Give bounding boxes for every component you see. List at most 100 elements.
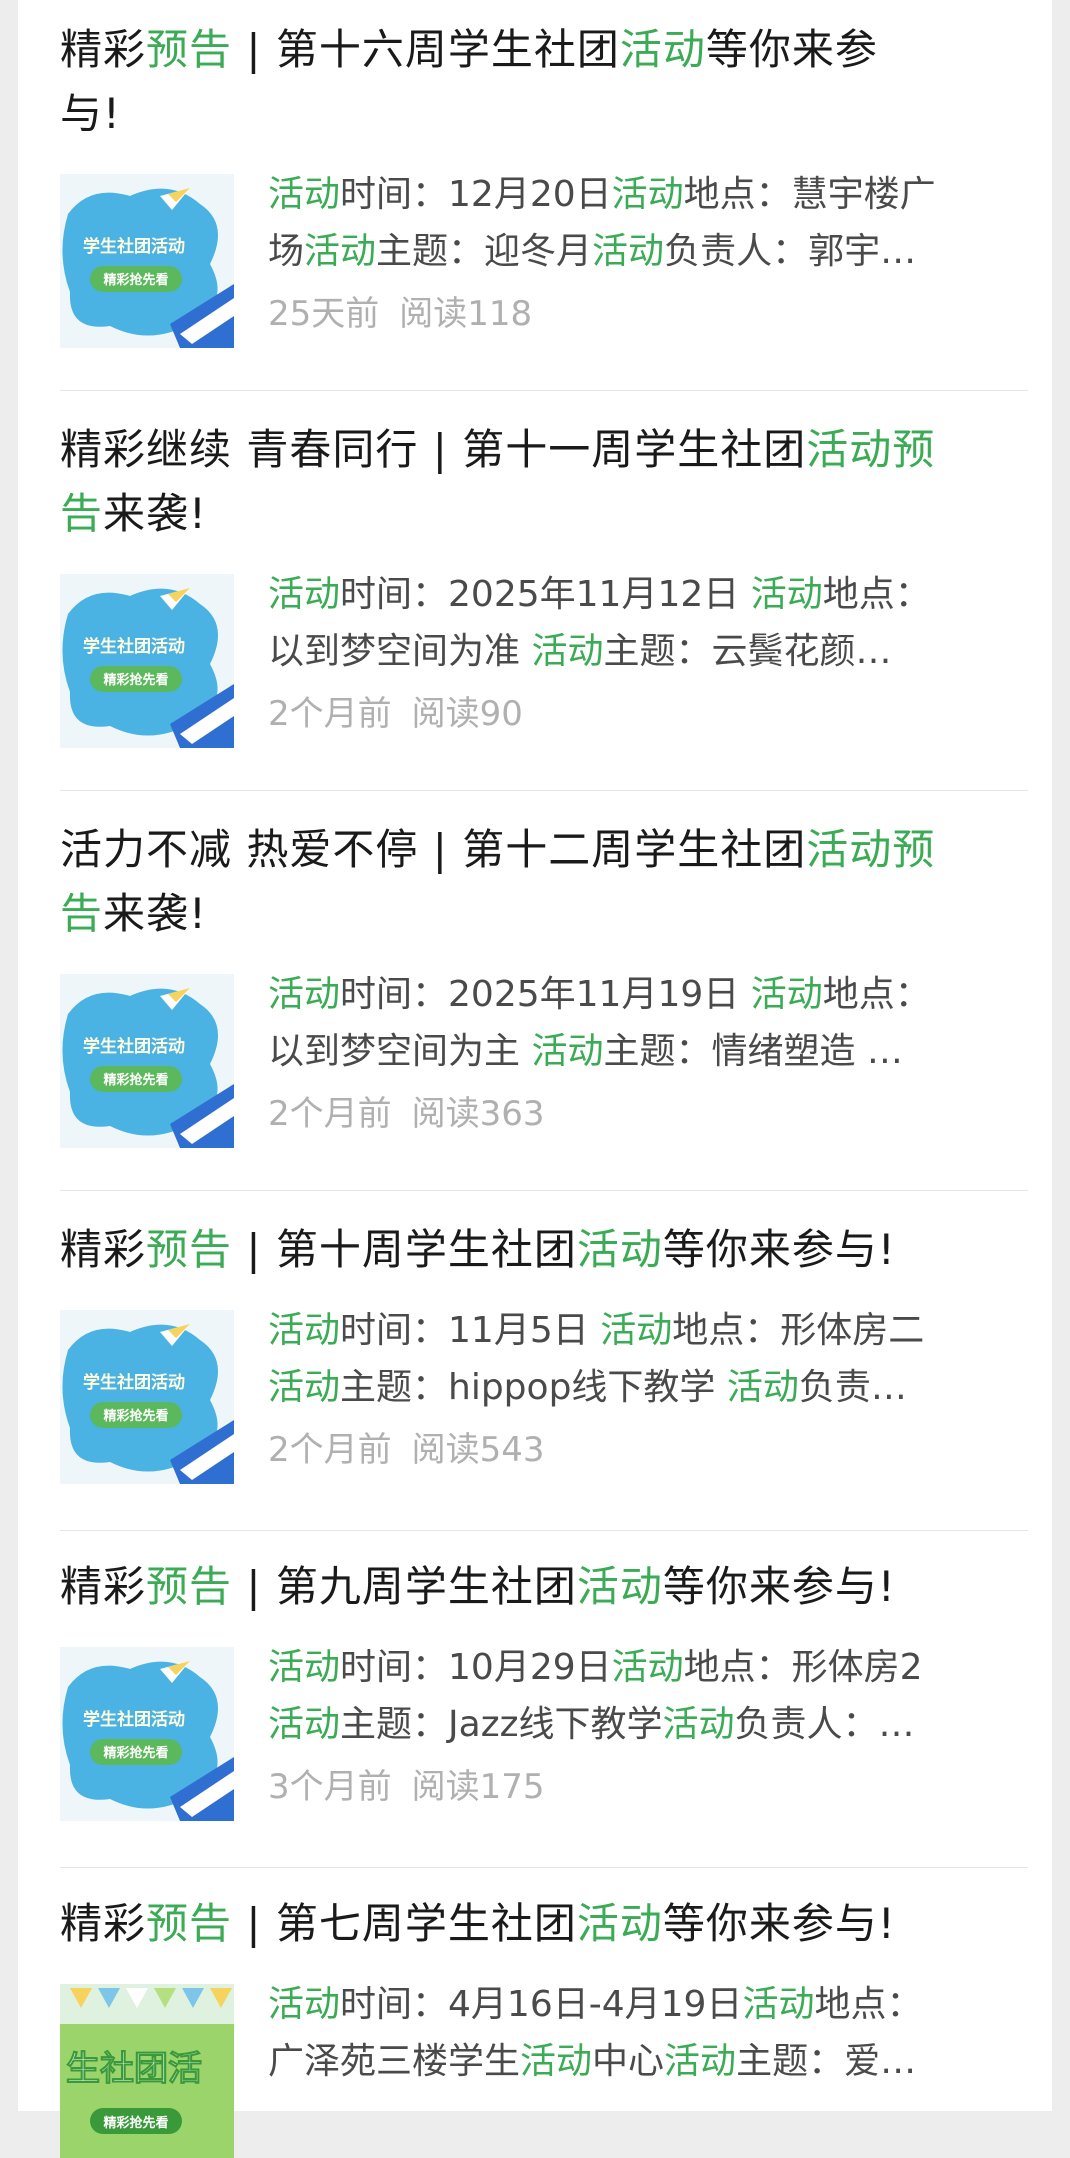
text-segment: 场 <box>268 231 305 272</box>
keyword-highlight: 活动 <box>268 574 341 615</box>
article-title[interactable]: 精彩继续 青春同行 | 第十一周学生社团活动预 告来袭! <box>60 418 1028 546</box>
thumbnail-title-text: 学生社团活动 <box>83 636 185 657</box>
keyword-highlight: 预告 <box>146 1562 233 1611</box>
keyword-highlight: 活动 <box>531 631 604 672</box>
article-info: 活动时间：2025年11月12日 活动地点： 以到梦空间为准 活动主题：云鬓花颜…… <box>268 566 1028 744</box>
text-segment: 时间：11月5日 <box>340 1310 601 1351</box>
article-thumbnail[interactable]: 学生社团活动 精彩抢先看 <box>60 574 234 748</box>
article-info: 活动时间：11月5日 活动地点：形体房二 活动主题：hippop线下教学 活动负责… <box>268 1302 1028 1480</box>
keyword-highlight: 预告 <box>146 1899 233 1948</box>
text-segment: 主题：爱… <box>736 2041 917 2082</box>
text-segment: 地点：形体房2 <box>683 1647 923 1688</box>
article-info: 活动时间：12月20日活动地点：慧宇楼广 场活动主题：迎冬月活动负责人：郭宇… 25… <box>268 166 1028 344</box>
article-item[interactable]: 精彩预告 | 第七周学生社团活动等你来参与! 生社团活 精彩抢先看 活动时间：4月16… <box>60 1892 1028 2158</box>
text-segment: 负责人：… <box>734 1704 915 1745</box>
text-segment: 广泽苑三楼学生 <box>268 2041 521 2082</box>
thumbnail-graphic: 学生社团活动精彩抢先看 <box>60 974 234 1148</box>
thumbnail-title-text: 学生社团活动 <box>83 236 185 257</box>
text-segment: 时间：12月20日 <box>340 174 612 215</box>
text-segment: | 第十周学生社团 <box>232 1225 577 1274</box>
text-segment: 时间：2025年11月12日 <box>340 574 751 615</box>
text-segment: 主题：Jazz线下教学 <box>340 1704 663 1745</box>
publish-time: 2个月前 <box>268 1430 392 1470</box>
text-segment: 地点： <box>814 1984 923 2025</box>
thumbnail-subtitle-text: 精彩抢先看 <box>103 1745 168 1761</box>
keyword-highlight: 预告 <box>146 1225 233 1274</box>
article-title[interactable]: 精彩预告 | 第十周学生社团活动等你来参与! <box>60 1218 1028 1282</box>
thumbnail-subtitle-text: 精彩抢先看 <box>103 1408 168 1424</box>
article-summary: 活动时间：2025年11月19日 活动地点： 以到梦空间为主 活动主题：情绪塑造 … <box>268 966 1028 1080</box>
article-title[interactable]: 精彩预告 | 第十六周学生社团活动等你来参 与! <box>60 18 1028 146</box>
article-item[interactable]: 精彩继续 青春同行 | 第十一周学生社团活动预 告来袭! 学生社团活动 精彩抢先看 活动… <box>60 418 1028 791</box>
publish-time: 3个月前 <box>268 1767 392 1807</box>
read-count: 阅读118 <box>399 294 533 334</box>
keyword-highlight: 活动 <box>576 1899 663 1948</box>
article-meta: 25天前 阅读118 <box>268 284 1028 344</box>
text-segment: 以到梦空间为主 <box>268 1031 532 1072</box>
thumbnail-graphic: 学生社团活动精彩抢先看 <box>60 174 234 348</box>
keyword-highlight: 活动 <box>619 25 706 74</box>
summary-line: 活动主题：Jazz线下教学活动负责人：… <box>268 1696 1028 1753</box>
keyword-highlight: 活动 <box>576 1562 663 1611</box>
keyword-highlight: 活动 <box>750 974 823 1015</box>
summary-line: 活动时间：2025年11月12日 活动地点： <box>268 566 1028 623</box>
article-summary: 活动时间：2025年11月12日 活动地点： 以到梦空间为准 活动主题：云鬓花颜… <box>268 566 1028 680</box>
article-item[interactable]: 精彩预告 | 第十六周学生社团活动等你来参 与! 学生社团活动 精彩抢先看 活动时间：1… <box>60 18 1028 391</box>
article-thumbnail[interactable]: 生社团活 精彩抢先看 <box>60 1984 234 2158</box>
article-title[interactable]: 精彩预告 | 第七周学生社团活动等你来参与! <box>60 1892 1028 1956</box>
article-thumbnail[interactable]: 学生社团活动精彩抢先看 <box>60 174 234 348</box>
keyword-highlight: 活动 <box>742 1984 815 2025</box>
summary-line: 活动主题：hippop线下教学 活动负责… <box>268 1359 1028 1416</box>
article-thumbnail[interactable]: 学生社团活动 精彩抢先看 <box>60 1647 234 1821</box>
text-segment: 地点： <box>822 574 931 615</box>
keyword-highlight: 活动 <box>611 174 684 215</box>
keyword-highlight: 活动 <box>268 1704 341 1745</box>
summary-line: 活动时间：12月20日活动地点：慧宇楼广 <box>268 166 1028 223</box>
keyword-highlight: 活动 <box>600 1310 673 1351</box>
thumbnail-title-text: 学生社团活动 <box>83 1372 185 1393</box>
keyword-highlight: 活动 <box>592 231 665 272</box>
keyword-highlight: 活动 <box>726 1367 799 1408</box>
summary-line: 活动时间：10月29日活动地点：形体房2 <box>268 1639 1028 1696</box>
text-segment: 以到梦空间为准 <box>268 631 532 672</box>
text-segment: 时间：10月29日 <box>340 1647 612 1688</box>
keyword-highlight: 预告 <box>146 25 233 74</box>
text-segment: 主题：迎冬月 <box>376 231 593 272</box>
keyword-highlight: 活动 <box>268 1984 341 2025</box>
article-title[interactable]: 精彩预告 | 第九周学生社团活动等你来参与! <box>60 1555 1028 1619</box>
thumbnail-graphic: 生社团活精彩抢先看 <box>60 1984 234 2158</box>
keyword-highlight: 告 <box>60 489 104 538</box>
summary-line: 以到梦空间为主 活动主题：情绪塑造 … <box>268 1023 1028 1080</box>
keyword-highlight: 活动 <box>268 1647 341 1688</box>
read-count: 阅读90 <box>411 694 523 734</box>
article-thumbnail[interactable]: 学生社团活动 精彩抢先看 <box>60 974 234 1148</box>
keyword-highlight: 活动 <box>750 574 823 615</box>
text-segment: 等你来参与! <box>662 1562 896 1611</box>
article-summary: 活动时间：11月5日 活动地点：形体房二 活动主题：hippop线下教学 活动负责… <box>268 1302 1028 1416</box>
text-segment: 活力不减 热爱不停 | 第十二周学生社团 <box>60 825 807 874</box>
text-segment: 主题：云鬓花颜… <box>603 631 892 672</box>
article-summary: 活动时间：4月16日-4月19日活动地点： 广泽苑三楼学生活动中心活动主题：爱… <box>268 1976 1028 2090</box>
text-segment: | 第九周学生社团 <box>232 1562 577 1611</box>
article-item[interactable]: 活力不减 热爱不停 | 第十二周学生社团活动预 告来袭! 学生社团活动 精彩抢先看 活动… <box>60 818 1028 1191</box>
article-meta: 2个月前 阅读543 <box>268 1420 1028 1480</box>
article-thumbnail[interactable]: 学生社团活动精彩抢先看 <box>60 1310 234 1484</box>
thumbnail-subtitle-text: 精彩抢先看 <box>103 272 168 288</box>
keyword-highlight: 活动 <box>664 2041 737 2082</box>
article-item[interactable]: 精彩预告 | 第九周学生社团活动等你来参与! 学生社团活动 精彩抢先看 活动时间：10… <box>60 1555 1028 1868</box>
article-meta: 2个月前 阅读90 <box>268 684 1028 744</box>
publish-time: 2个月前 <box>268 694 392 734</box>
article-title[interactable]: 活力不减 热爱不停 | 第十二周学生社团活动预 告来袭! <box>60 818 1028 946</box>
keyword-highlight: 活动 <box>268 1367 341 1408</box>
text-segment: 精彩 <box>60 25 147 74</box>
article-item[interactable]: 精彩预告 | 第十周学生社团活动等你来参与! 学生社团活动 精彩抢先看 活动时间：11… <box>60 1218 1028 1531</box>
publish-time: 25天前 <box>268 294 380 334</box>
thumbnail-subtitle-text: 精彩抢先看 <box>103 2115 168 2131</box>
summary-line: 广泽苑三楼学生活动中心活动主题：爱… <box>268 2033 1028 2090</box>
text-segment: 时间：2025年11月19日 <box>340 974 751 1015</box>
keyword-highlight: 活动 <box>531 1031 604 1072</box>
article-meta: 2个月前 阅读363 <box>268 1084 1028 1144</box>
article-info: 活动时间：10月29日活动地点：形体房2 活动主题：Jazz线下教学活动负责人：…… <box>268 1639 1028 1817</box>
text-segment: 等你来参与! <box>662 1225 896 1274</box>
keyword-highlight: 活动预 <box>806 425 936 474</box>
